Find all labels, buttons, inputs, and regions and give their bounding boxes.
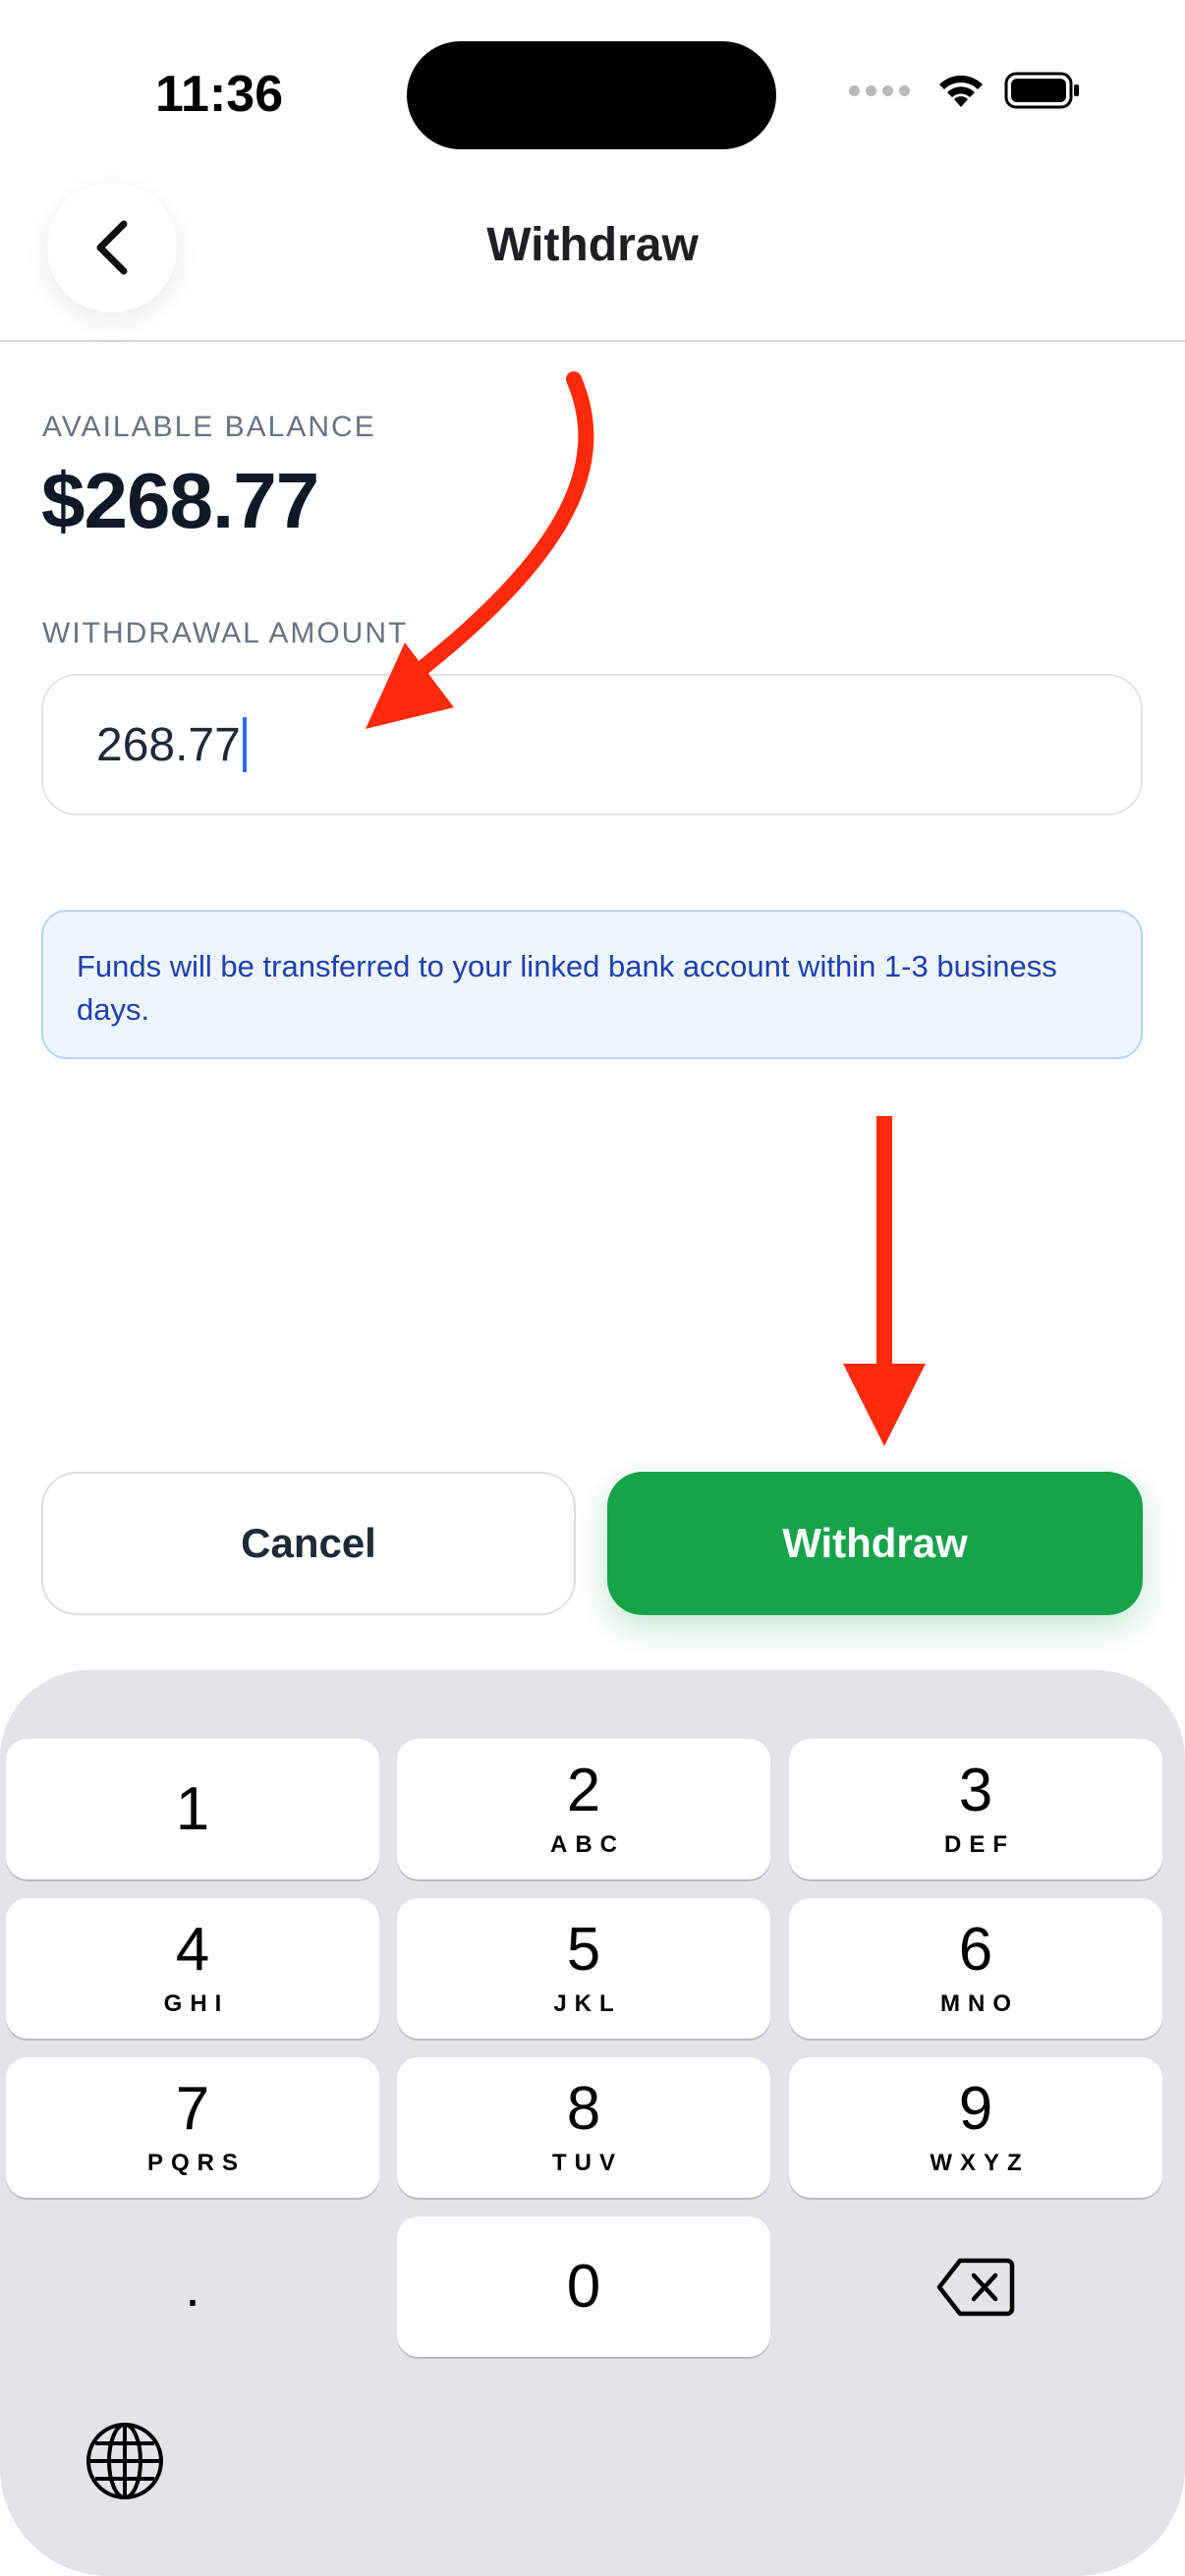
key-number: 1 [175, 1774, 210, 1843]
status-time: 11:36 [155, 66, 284, 123]
key-letters: MNO [940, 1989, 1019, 2017]
battery-icon [1004, 72, 1079, 109]
annotation-arrowhead-withdraw [843, 1364, 926, 1446]
annotation-arrow-to-input [415, 371, 594, 676]
dynamic-island [407, 41, 776, 149]
withdraw-button[interactable]: Withdraw [607, 1472, 1143, 1615]
key-number: 0 [566, 2252, 601, 2321]
key-letters: GHI [163, 1989, 230, 2017]
key-letters: ABC [550, 1830, 625, 1858]
key-6[interactable]: 6 MNO [789, 1898, 1162, 2039]
status-icons [849, 71, 1081, 110]
key-number: 8 [566, 2074, 601, 2143]
balance-value: $268.77 [41, 457, 319, 544]
key-7[interactable]: 7 PQRS [6, 2057, 379, 2198]
key-letters: DEF [944, 1830, 1015, 1858]
info-text: Funds will be transferred to your linked… [77, 949, 1057, 1027]
key-letters: TUV [552, 2149, 623, 2176]
amount-value: 268.77 [96, 718, 241, 771]
key-2[interactable]: 2 ABC [397, 1739, 770, 1879]
key-number: 5 [566, 1915, 601, 1984]
transfer-info-notice: Funds will be transferred to your linked… [41, 910, 1143, 1059]
withdrawal-amount-input[interactable]: 268.77 [41, 674, 1143, 815]
key-number: 7 [175, 2074, 210, 2143]
delete-key[interactable] [789, 2216, 1162, 2357]
numeric-keypad: 1 2 ABC 3 DEF 4 GHI 5 JKL 6 MNO 7 PQRS 8… [0, 1670, 1185, 2576]
key-number: 6 [958, 1915, 993, 1984]
withdraw-screen: 11:36 Withdraw AVAILABLE BALANCE $268.77… [0, 0, 1185, 2576]
amount-label: WITHDRAWAL AMOUNT [42, 617, 409, 649]
header-bar: Withdraw [0, 167, 1185, 342]
backspace-icon [936, 2258, 1015, 2316]
key-letters: PQRS [146, 2149, 246, 2176]
key-number: 9 [958, 2074, 993, 2143]
key-number: 4 [175, 1915, 210, 1984]
balance-label: AVAILABLE BALANCE [42, 411, 376, 443]
cancel-button[interactable]: Cancel [41, 1472, 576, 1615]
key-letters: WXYZ [930, 2149, 1030, 2176]
key-decimal[interactable]: . [6, 2216, 379, 2357]
key-number: . [185, 2255, 200, 2318]
page-title: Withdraw [486, 219, 699, 271]
text-caret [242, 717, 247, 772]
key-3[interactable]: 3 DEF [789, 1739, 1162, 1879]
key-0[interactable]: 0 [397, 2216, 770, 2357]
cellular-dots-icon [849, 84, 910, 96]
wifi-icon [939, 75, 983, 107]
key-9[interactable]: 9 WXYZ [789, 2057, 1162, 2198]
key-letters: JKL [553, 1989, 622, 2017]
key-number: 2 [566, 1756, 601, 1824]
key-5[interactable]: 5 JKL [397, 1898, 770, 2039]
key-8[interactable]: 8 TUV [397, 2057, 770, 2198]
globe-icon[interactable] [85, 2421, 165, 2501]
key-number: 3 [958, 1756, 993, 1824]
key-1[interactable]: 1 [6, 1739, 379, 1879]
key-4[interactable]: 4 GHI [6, 1898, 379, 2039]
